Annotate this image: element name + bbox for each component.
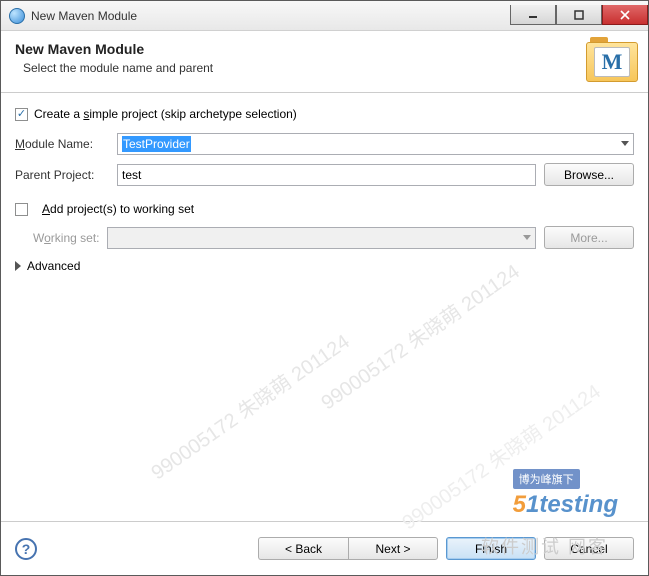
simple-project-checkbox[interactable]	[15, 108, 28, 121]
footer-buttons: < Back Next > Finish Cancel	[258, 537, 634, 560]
header-subtitle: Select the module name and parent	[15, 61, 213, 75]
minimize-button[interactable]	[510, 5, 556, 25]
add-to-ws-row: Add project(s) to working set	[15, 202, 634, 216]
simple-project-row: Create a simple project (skip archetype …	[15, 107, 634, 121]
maximize-icon	[574, 10, 584, 20]
dialog-window: New Maven Module New Maven Module Select…	[0, 0, 649, 576]
cancel-button[interactable]: Cancel	[544, 537, 634, 560]
finish-button[interactable]: Finish	[446, 537, 536, 560]
watermark-text: 990005172 朱晓萌 201124	[314, 256, 524, 415]
module-name-input[interactable]: TestProvider	[117, 133, 634, 155]
working-set-combo	[107, 227, 536, 249]
window-title: New Maven Module	[31, 9, 137, 23]
more-button: More...	[544, 226, 634, 249]
working-set-row: Working set: More...	[15, 226, 634, 249]
window-controls	[510, 6, 648, 25]
next-button[interactable]: Next >	[348, 537, 438, 560]
expand-icon	[15, 261, 21, 271]
watermark-logo: 博为峰旗下 51testing	[513, 469, 618, 519]
dropdown-icon	[523, 235, 531, 241]
minimize-icon	[528, 10, 538, 20]
form-grid: Module Name: TestProvider Parent Project…	[15, 133, 634, 186]
browse-button[interactable]: Browse...	[544, 163, 634, 186]
help-button[interactable]: ?	[15, 538, 37, 560]
add-to-ws-checkbox[interactable]	[15, 203, 28, 216]
watermark-text: 990005172 朱晓萌 201124	[395, 376, 605, 535]
module-name-label: Module Name:	[15, 137, 109, 151]
maximize-button[interactable]	[556, 5, 602, 25]
app-icon	[9, 8, 25, 24]
titlebar: New Maven Module	[1, 1, 648, 31]
dropdown-icon	[621, 141, 629, 147]
dialog-content: Create a simple project (skip archetype …	[1, 93, 648, 521]
simple-project-label: Create a simple project (skip archetype …	[34, 107, 297, 121]
dialog-footer: ? < Back Next > Finish Cancel	[1, 521, 648, 575]
parent-project-label: Parent Project:	[15, 168, 109, 182]
watermark-text: 990005172 朱晓萌 201124	[144, 326, 354, 485]
advanced-expander[interactable]: Advanced	[15, 259, 634, 273]
back-button[interactable]: < Back	[258, 537, 348, 560]
add-to-ws-label: Add project(s) to working set	[42, 202, 194, 216]
close-button[interactable]	[602, 5, 648, 25]
parent-project-input[interactable]: test	[117, 164, 536, 186]
parent-project-value: test	[122, 168, 141, 182]
working-set-label: Working set:	[33, 231, 99, 245]
advanced-label: Advanced	[27, 259, 80, 273]
dialog-header: New Maven Module Select the module name …	[1, 31, 648, 93]
wizard-icon: M	[586, 37, 638, 87]
wizard-icon-letter: M	[594, 47, 630, 77]
module-name-value: TestProvider	[122, 136, 191, 152]
header-title: New Maven Module	[15, 41, 213, 57]
close-icon	[620, 10, 630, 20]
